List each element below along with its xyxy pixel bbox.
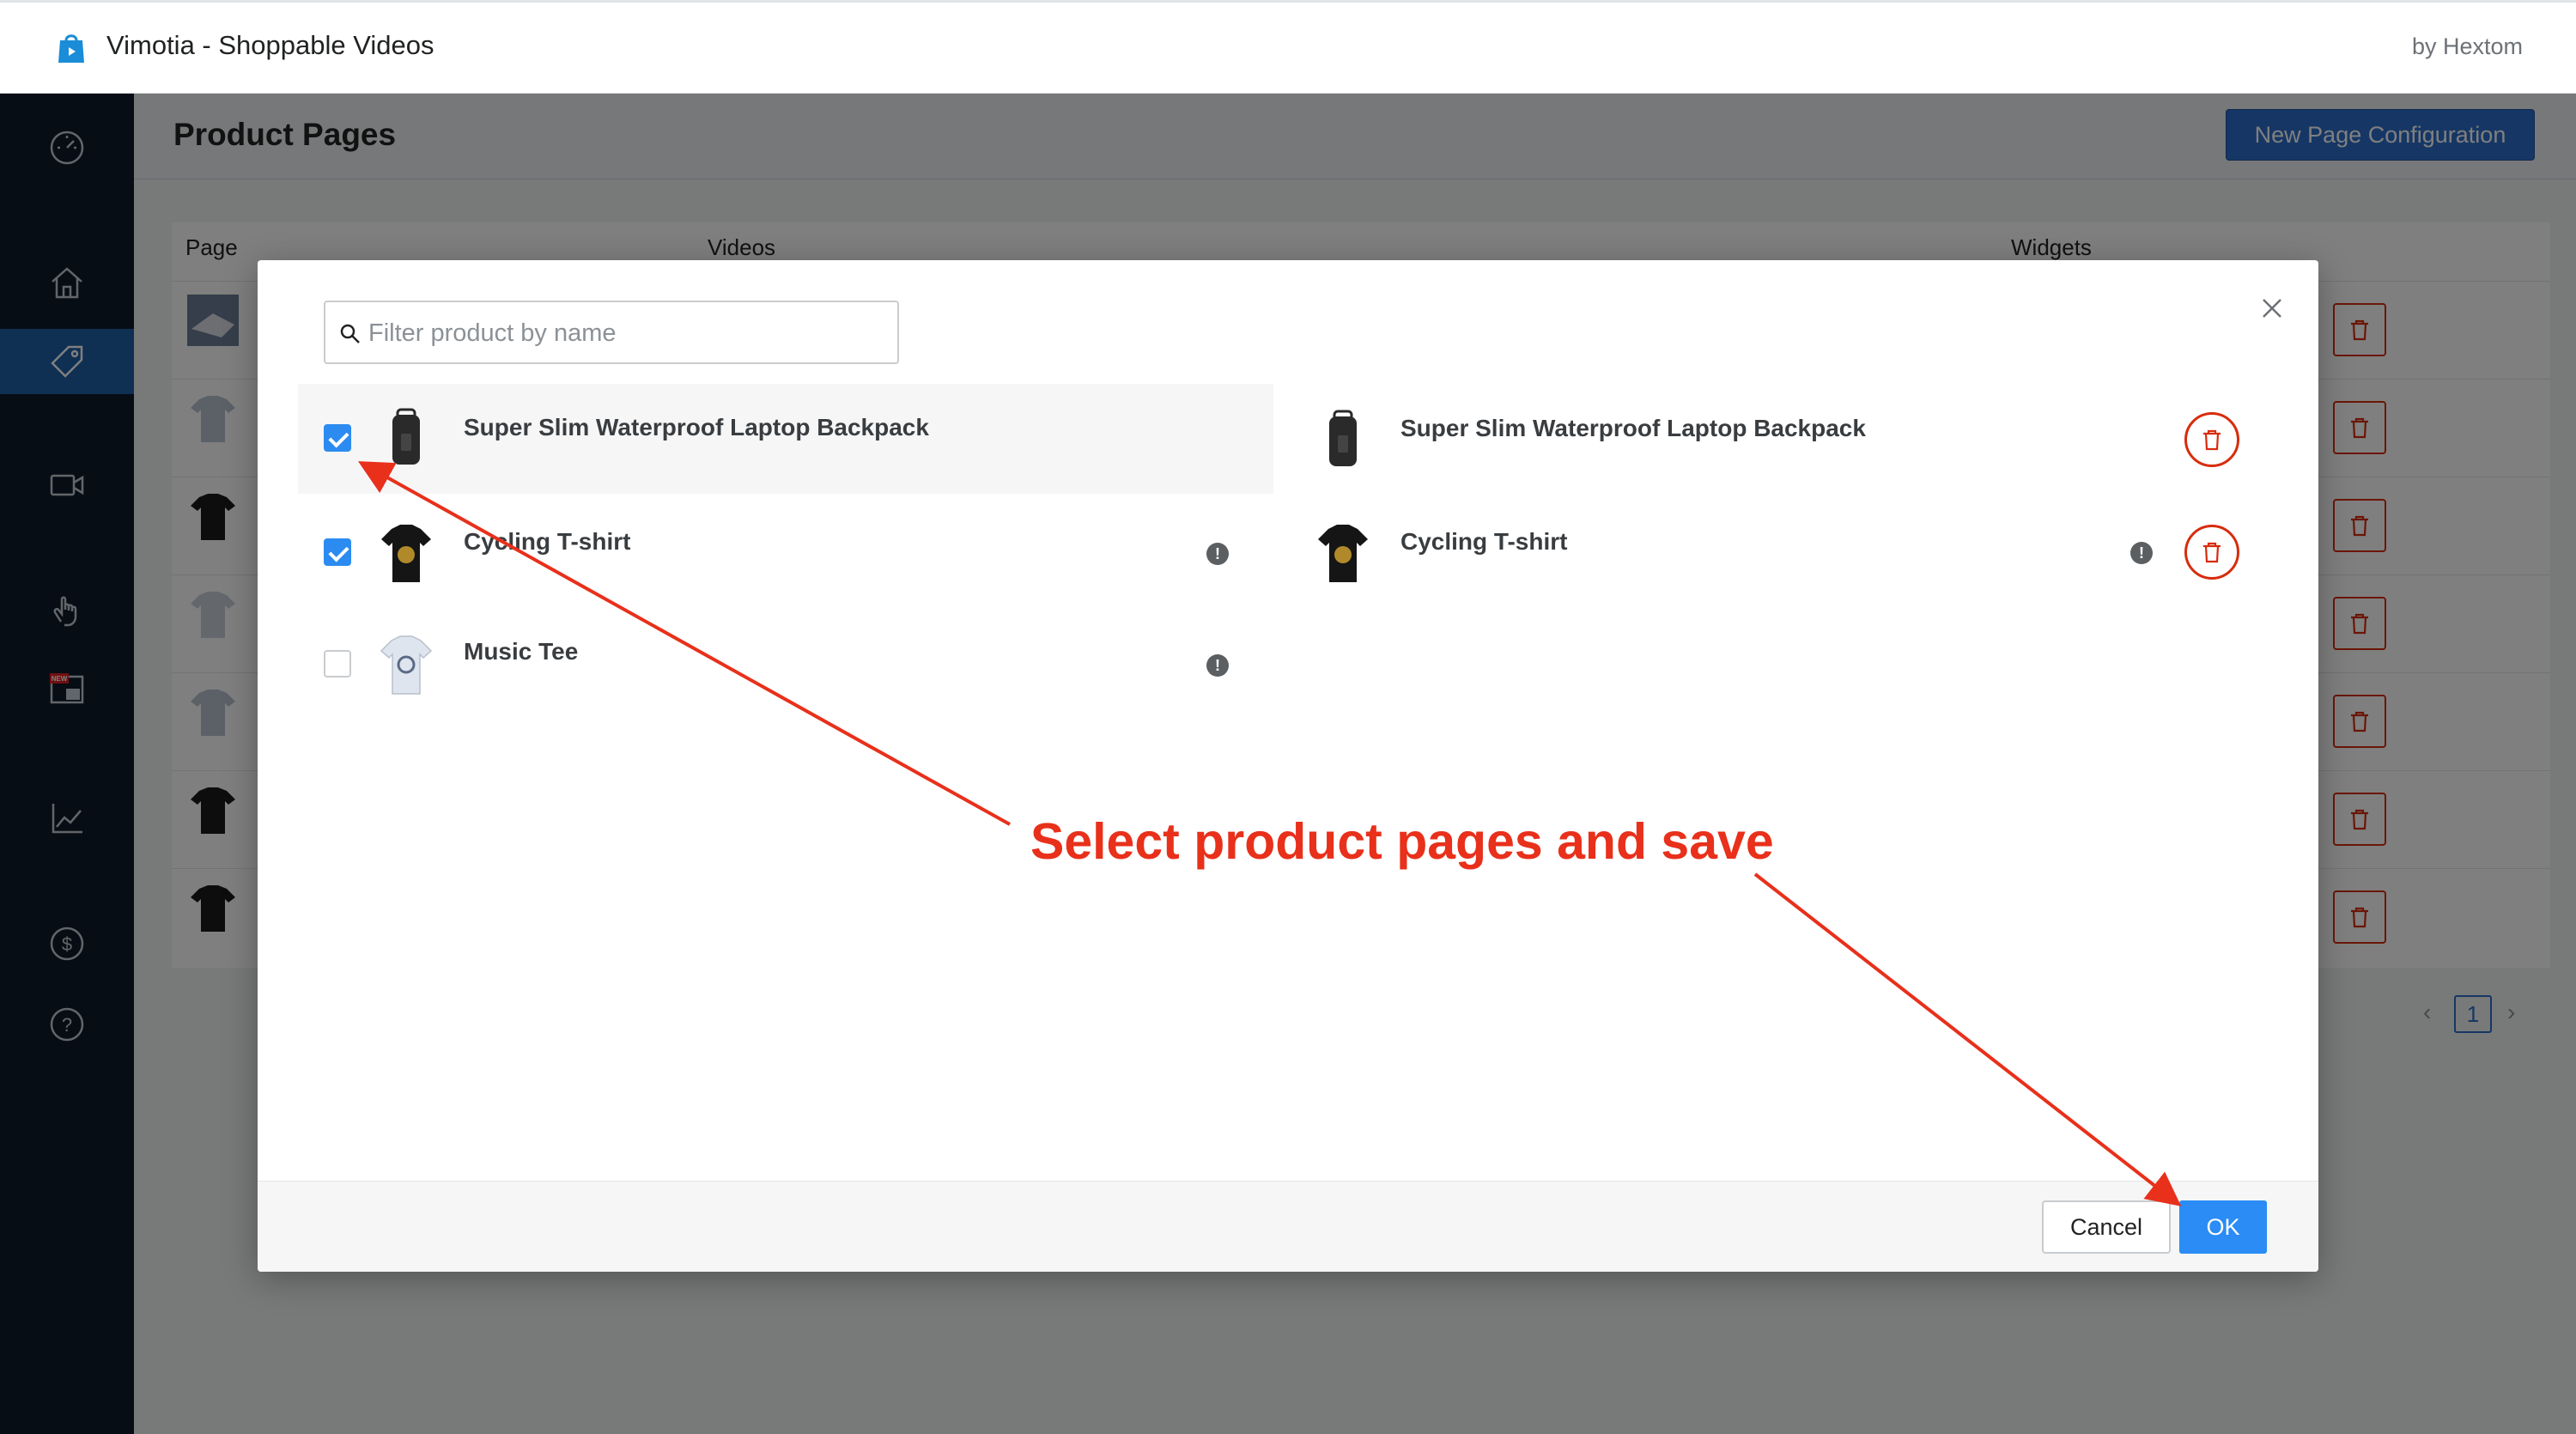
- product-list-item[interactable]: Cycling T-shirt !: [298, 497, 1273, 607]
- remove-selected-product-button[interactable]: [2184, 412, 2239, 467]
- close-icon[interactable]: [2257, 293, 2287, 324]
- app-title: Vimotia - Shoppable Videos: [106, 30, 434, 60]
- product-checkbox[interactable]: [324, 650, 351, 678]
- search-icon: [340, 324, 360, 343]
- backpack-image: [392, 408, 420, 465]
- modal-footer: Cancel OK: [258, 1181, 2318, 1272]
- product-name: Cycling T-shirt: [464, 528, 631, 555]
- selected-product-thumbnail: [1312, 406, 1374, 473]
- annotation-text: Select product pages and save: [1030, 813, 1774, 870]
- product-name: Super Slim Waterproof Laptop Backpack: [464, 414, 929, 441]
- trash-icon: [2203, 429, 2221, 451]
- black-tshirt-image: [381, 525, 431, 582]
- product-checkbox[interactable]: [324, 538, 351, 566]
- shopping-bag-icon: [58, 34, 84, 63]
- ok-button[interactable]: OK: [2179, 1200, 2267, 1254]
- product-filter-input[interactable]: [368, 309, 884, 357]
- product-name: Music Tee: [464, 638, 579, 665]
- cancel-button[interactable]: Cancel: [2042, 1200, 2171, 1254]
- backpack-image: [1329, 410, 1357, 466]
- product-thumbnail: [375, 631, 437, 698]
- black-tshirt-image: [1318, 525, 1368, 582]
- info-icon[interactable]: !: [1206, 543, 1229, 565]
- selected-product-name: Super Slim Waterproof Laptop Backpack: [1400, 415, 1866, 441]
- product-thumbnail: [375, 404, 437, 471]
- selected-product-name: Cycling T-shirt: [1400, 528, 1568, 555]
- product-picker-modal: Super Slim Waterproof Laptop Backpack Cy…: [258, 260, 2318, 1272]
- developer-credit: by Hextom: [2411, 33, 2523, 59]
- white-tshirt-image: [380, 635, 433, 695]
- trash-icon: [2203, 542, 2221, 563]
- info-icon[interactable]: !: [2130, 542, 2153, 564]
- remove-selected-product-button[interactable]: [2184, 525, 2239, 580]
- product-filter-field[interactable]: [324, 301, 899, 364]
- product-list-item[interactable]: Super Slim Waterproof Laptop Backpack: [298, 384, 1273, 494]
- info-icon[interactable]: !: [1206, 654, 1229, 677]
- product-checkbox[interactable]: [324, 424, 351, 452]
- product-thumbnail: [375, 520, 437, 586]
- product-list-item[interactable]: Music Tee !: [298, 609, 1273, 719]
- top-bar: Vimotia - Shoppable Videos by Hextom: [0, 0, 2576, 94]
- selected-product-thumbnail: [1312, 520, 1374, 586]
